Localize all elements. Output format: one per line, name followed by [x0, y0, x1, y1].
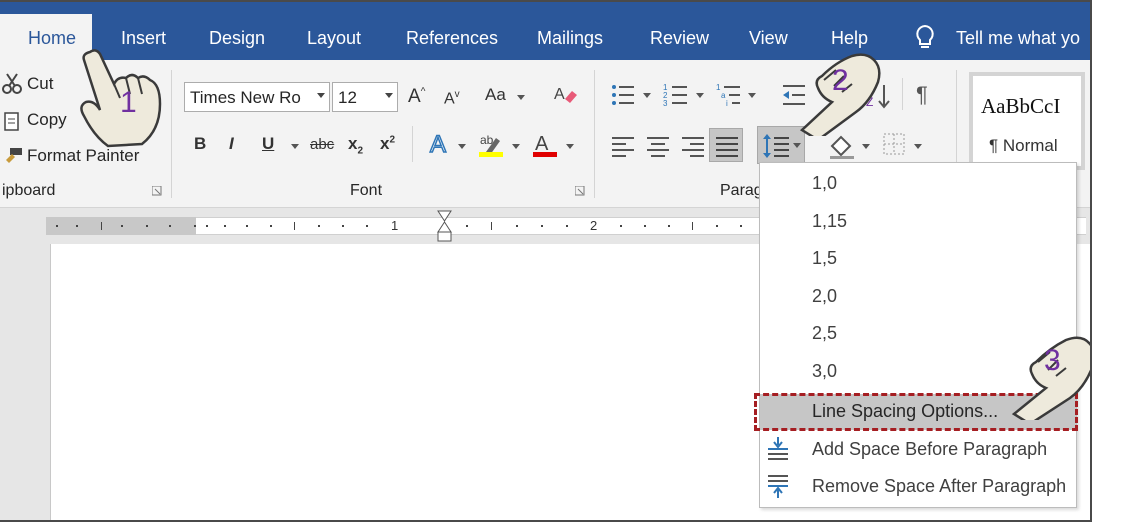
subscript-button[interactable]: x2 — [348, 134, 363, 156]
line-spacing-1-15[interactable]: 1,15 — [760, 204, 1076, 240]
font-size-value: 12 — [338, 88, 357, 107]
word-window: Home Insert Design Layout References Mai… — [0, 0, 1092, 522]
remove-space-after-item[interactable]: Remove Space After Paragraph — [760, 469, 1076, 505]
paragraph-group-label: Parag — [720, 182, 763, 199]
grow-font-label: A — [408, 86, 421, 107]
align-center-icon[interactable] — [645, 134, 671, 158]
chevron-down-icon[interactable] — [517, 95, 525, 100]
cut-button[interactable]: Cut — [27, 74, 53, 94]
style-normal-tile[interactable]: AaBbCcI ¶ Normal — [969, 72, 1085, 170]
align-right-icon[interactable] — [680, 134, 706, 158]
tab-design[interactable]: Design — [209, 26, 265, 50]
tell-me-search[interactable]: Tell me what yo — [956, 26, 1080, 50]
chevron-down-icon — [793, 143, 801, 148]
format-painter-button[interactable]: Format Painter — [27, 146, 139, 166]
justify-icon — [716, 137, 738, 157]
svg-text:i: i — [726, 99, 728, 108]
chevron-down-icon — [385, 93, 393, 98]
strikethrough-button[interactable]: abc — [310, 136, 334, 153]
align-left-icon[interactable] — [610, 134, 636, 158]
numbering-icon[interactable]: 1 2 3 — [663, 82, 689, 108]
grow-font-button[interactable]: A^ — [408, 86, 425, 108]
style-name: ¶ Normal — [989, 136, 1058, 155]
text-effects-icon[interactable]: A — [428, 131, 452, 157]
shading-icon[interactable] — [828, 132, 856, 160]
justify-button[interactable] — [709, 128, 743, 162]
chevron-down-icon[interactable] — [566, 144, 574, 149]
divider — [594, 70, 595, 198]
svg-text:A: A — [554, 86, 565, 103]
font-color-icon[interactable]: A — [532, 130, 558, 158]
superscript-button[interactable]: x2 — [380, 134, 395, 154]
change-case-label: Aa — [485, 85, 506, 104]
copy-button[interactable]: Copy — [27, 110, 67, 130]
shrink-font-label: A — [444, 90, 455, 108]
font-name-value: Times New Ro — [190, 88, 301, 107]
step-2-label: 2 — [832, 64, 849, 97]
format-painter-icon — [6, 148, 22, 163]
clear-formatting-icon[interactable]: A — [553, 83, 579, 107]
tab-layout[interactable]: Layout — [307, 26, 361, 50]
chevron-down-icon[interactable] — [862, 144, 870, 149]
svg-text:A: A — [430, 131, 446, 157]
add-space-before-item[interactable]: Add Space Before Paragraph — [760, 432, 1076, 468]
svg-text:3: 3 — [663, 99, 668, 108]
italic-button[interactable]: I — [229, 134, 234, 154]
chevron-down-icon[interactable] — [748, 93, 756, 98]
indent-marker-icon[interactable] — [437, 210, 453, 244]
clipboard-group-label: ipboard — [2, 182, 56, 199]
copy-icon — [4, 112, 19, 131]
tab-references[interactable]: References — [406, 26, 498, 50]
ruler-number: 2 — [590, 218, 598, 233]
tab-view[interactable]: View — [749, 26, 788, 50]
divider — [902, 78, 903, 110]
lightbulb-icon — [916, 24, 934, 48]
chevron-down-icon[interactable] — [291, 144, 299, 149]
ruler-number: 1 — [391, 218, 399, 233]
shrink-font-button[interactable]: Av — [444, 89, 460, 108]
change-case-button[interactable]: Aa — [485, 85, 506, 105]
scissors-icon — [2, 73, 22, 94]
step-3-label: 3 — [1044, 344, 1061, 377]
chevron-down-icon[interactable] — [696, 93, 704, 98]
chevron-down-icon[interactable] — [512, 144, 520, 149]
line-spacing-icon — [763, 134, 789, 158]
tab-insert[interactable]: Insert — [121, 26, 166, 50]
svg-text:A: A — [535, 133, 549, 155]
multilevel-list-icon[interactable]: 1 a i — [716, 82, 742, 108]
tab-review[interactable]: Review — [650, 26, 709, 50]
divider — [412, 126, 413, 162]
chevron-down-icon — [317, 93, 325, 98]
step-1-label: 1 — [120, 86, 137, 119]
highlight-color-icon[interactable]: ab — [478, 130, 506, 158]
show-formatting-marks-button[interactable]: ¶ — [916, 82, 928, 108]
line-spacing-1-0[interactable]: 1,0 — [760, 166, 1076, 202]
underline-button[interactable]: U — [262, 134, 274, 154]
style-preview: AaBbCcI — [981, 94, 1061, 118]
font-name-combo[interactable]: Times New Ro — [184, 82, 330, 112]
bullets-icon[interactable] — [610, 82, 636, 108]
tab-mailings[interactable]: Mailings — [537, 26, 603, 50]
bold-button[interactable]: B — [194, 134, 206, 154]
font-size-combo[interactable]: 12 — [332, 82, 398, 112]
chevron-down-icon[interactable] — [458, 144, 466, 149]
chevron-down-icon[interactable] — [643, 93, 651, 98]
line-spacing-2-0[interactable]: 2,0 — [760, 279, 1076, 315]
line-spacing-1-5[interactable]: 1,5 — [760, 241, 1076, 277]
dialog-launcher-icon[interactable] — [575, 186, 585, 196]
chevron-down-icon[interactable] — [914, 144, 922, 149]
dialog-launcher-icon[interactable] — [152, 186, 162, 196]
divider — [171, 70, 172, 198]
font-group-label: Font — [350, 182, 383, 199]
